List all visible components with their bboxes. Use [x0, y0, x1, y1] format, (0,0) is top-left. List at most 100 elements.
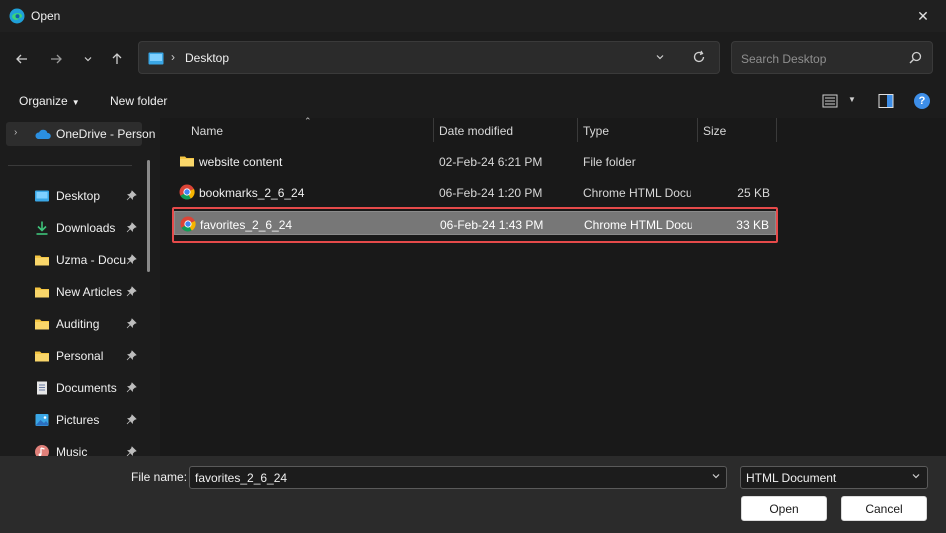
sidebar-item-pictures[interactable]: Pictures	[0, 408, 145, 432]
search-placeholder: Search Desktop	[741, 52, 827, 66]
file-date: 02-Feb-24 6:21 PM	[439, 155, 543, 169]
title-bar: Open ✕	[0, 0, 946, 32]
command-toolbar: Organize ▼ New folder ▼ ?	[0, 84, 946, 118]
sidebar-item-label: OneDrive - Personal	[56, 127, 155, 141]
breadcrumb-desktop[interactable]: Desktop	[185, 51, 229, 65]
cancel-button[interactable]: Cancel	[841, 496, 927, 521]
file-name: bookmarks_2_6_24	[199, 186, 305, 200]
pin-icon[interactable]	[126, 350, 137, 361]
column-header-label: Date modified	[439, 124, 514, 138]
pin-icon[interactable]	[126, 414, 137, 425]
pin-icon[interactable]	[126, 446, 137, 456]
file-name-value: favorites_2_6_24	[195, 471, 288, 485]
folder-icon	[35, 319, 49, 330]
pin-icon[interactable]	[126, 286, 137, 297]
cloud-icon	[35, 129, 51, 139]
file-type: File folder	[583, 155, 636, 169]
sidebar-item-desktop[interactable]: Desktop	[0, 184, 145, 208]
folder-icon	[180, 156, 194, 167]
sidebar-item-onedrive[interactable]: › OneDrive - Personal	[6, 122, 155, 146]
chevron-down-icon	[84, 57, 92, 62]
folder-icon	[35, 351, 49, 362]
caret-down-icon: ▼	[71, 98, 80, 107]
arrow-up-icon	[112, 53, 122, 64]
pin-icon[interactable]	[126, 382, 137, 393]
chevron-down-icon	[912, 474, 920, 479]
search-box[interactable]: Search Desktop	[731, 41, 933, 74]
view-dropdown-icon[interactable]: ▼	[848, 95, 856, 104]
column-header-date[interactable]: Date modified	[434, 118, 577, 142]
file-size: 25 KB	[737, 186, 770, 200]
file-type: Chrome HTML Document	[583, 186, 691, 200]
file-type-select[interactable]: HTML Document	[740, 466, 928, 489]
column-header-size[interactable]: Size	[698, 118, 776, 142]
view-options-icon[interactable]	[822, 93, 838, 109]
arrow-right-icon	[51, 54, 62, 64]
documents-icon	[37, 381, 47, 395]
edge-icon	[9, 8, 25, 24]
back-button[interactable]	[11, 48, 33, 70]
sidebar-divider	[8, 165, 132, 166]
sidebar-item-label: Downloads	[56, 221, 116, 235]
help-icon[interactable]: ?	[914, 93, 930, 109]
sidebar-item-label: Personal	[56, 349, 104, 363]
sidebar-item-label: Music	[56, 445, 88, 456]
highlight-annotation	[172, 207, 778, 243]
navigation-pane: › OneDrive - Personal Desktop Downloads …	[0, 118, 155, 456]
file-date: 06-Feb-24 1:20 PM	[439, 186, 543, 200]
arrow-left-icon	[16, 54, 27, 64]
file-name-dropdown-button[interactable]	[711, 470, 721, 484]
chevron-down-icon	[712, 474, 720, 479]
pin-icon[interactable]	[126, 254, 137, 265]
forward-button[interactable]	[45, 48, 67, 70]
file-type-value: HTML Document	[746, 471, 837, 485]
search-icon[interactable]	[909, 51, 922, 64]
sidebar-item-label: New Articles	[56, 285, 123, 299]
refresh-button[interactable]	[692, 50, 706, 67]
sidebar-item-downloads[interactable]: Downloads	[0, 216, 145, 240]
column-header-label: Size	[703, 124, 727, 138]
address-dropdown-button[interactable]	[655, 51, 665, 65]
sidebar-item-label: Documents	[56, 381, 117, 395]
file-name-label: File name:	[131, 470, 188, 484]
file-name-input[interactable]: favorites_2_6_24	[189, 466, 727, 489]
column-header-label: Type	[583, 124, 610, 138]
column-divider[interactable]	[776, 118, 777, 142]
dialog-footer: File name: favorites_2_6_24 HTML Documen…	[0, 456, 946, 533]
sidebar-item-music[interactable]: Music	[0, 440, 145, 456]
file-name: website content	[199, 155, 283, 169]
sidebar-item-documents[interactable]: Documents	[0, 376, 145, 400]
refresh-icon	[693, 50, 705, 63]
file-row-bookmarks[interactable]: bookmarks_2_6_24 06-Feb-24 1:20 PM Chrom…	[174, 180, 776, 204]
organize-button[interactable]: Organize ▼	[19, 94, 80, 108]
sidebar-scrollbar[interactable]	[147, 160, 150, 272]
recent-locations-button[interactable]	[77, 48, 99, 70]
pin-icon[interactable]	[126, 222, 137, 233]
address-bar[interactable]: › Desktop	[138, 41, 720, 74]
file-list: ⌃ Name Date modified Type Size website c…	[160, 116, 946, 456]
sidebar-item-uzma-documents[interactable]: Uzma - Documents	[0, 248, 145, 272]
window-title: Open	[31, 9, 61, 23]
column-header-name[interactable]: ⌃ Name	[160, 116, 434, 142]
file-row-website-content[interactable]: website content 02-Feb-24 6:21 PM File f…	[174, 149, 776, 173]
sidebar-item-label: Pictures	[56, 413, 100, 427]
breadcrumb-separator: ›	[171, 50, 175, 64]
file-type-dropdown-button[interactable]	[911, 470, 921, 484]
column-header-type[interactable]: Type	[578, 118, 697, 142]
column-header-label: Name	[191, 124, 224, 138]
pictures-icon	[35, 414, 49, 426]
close-icon: ✕	[917, 7, 929, 24]
sidebar-item-new-articles[interactable]: New Articles	[0, 280, 145, 304]
sidebar-item-auditing[interactable]: Auditing	[0, 312, 145, 336]
sidebar-item-personal[interactable]: Personal	[0, 344, 145, 368]
folder-icon	[35, 287, 49, 298]
pin-icon[interactable]	[126, 318, 137, 329]
preview-pane-icon[interactable]	[878, 93, 894, 109]
close-button[interactable]: ✕	[900, 0, 946, 32]
up-button[interactable]	[106, 48, 128, 70]
organize-label: Organize	[19, 94, 68, 108]
pin-icon[interactable]	[126, 190, 137, 201]
new-folder-button[interactable]: New folder	[110, 94, 167, 108]
chevron-right-icon[interactable]: ›	[14, 127, 17, 138]
open-button[interactable]: Open	[741, 496, 827, 521]
